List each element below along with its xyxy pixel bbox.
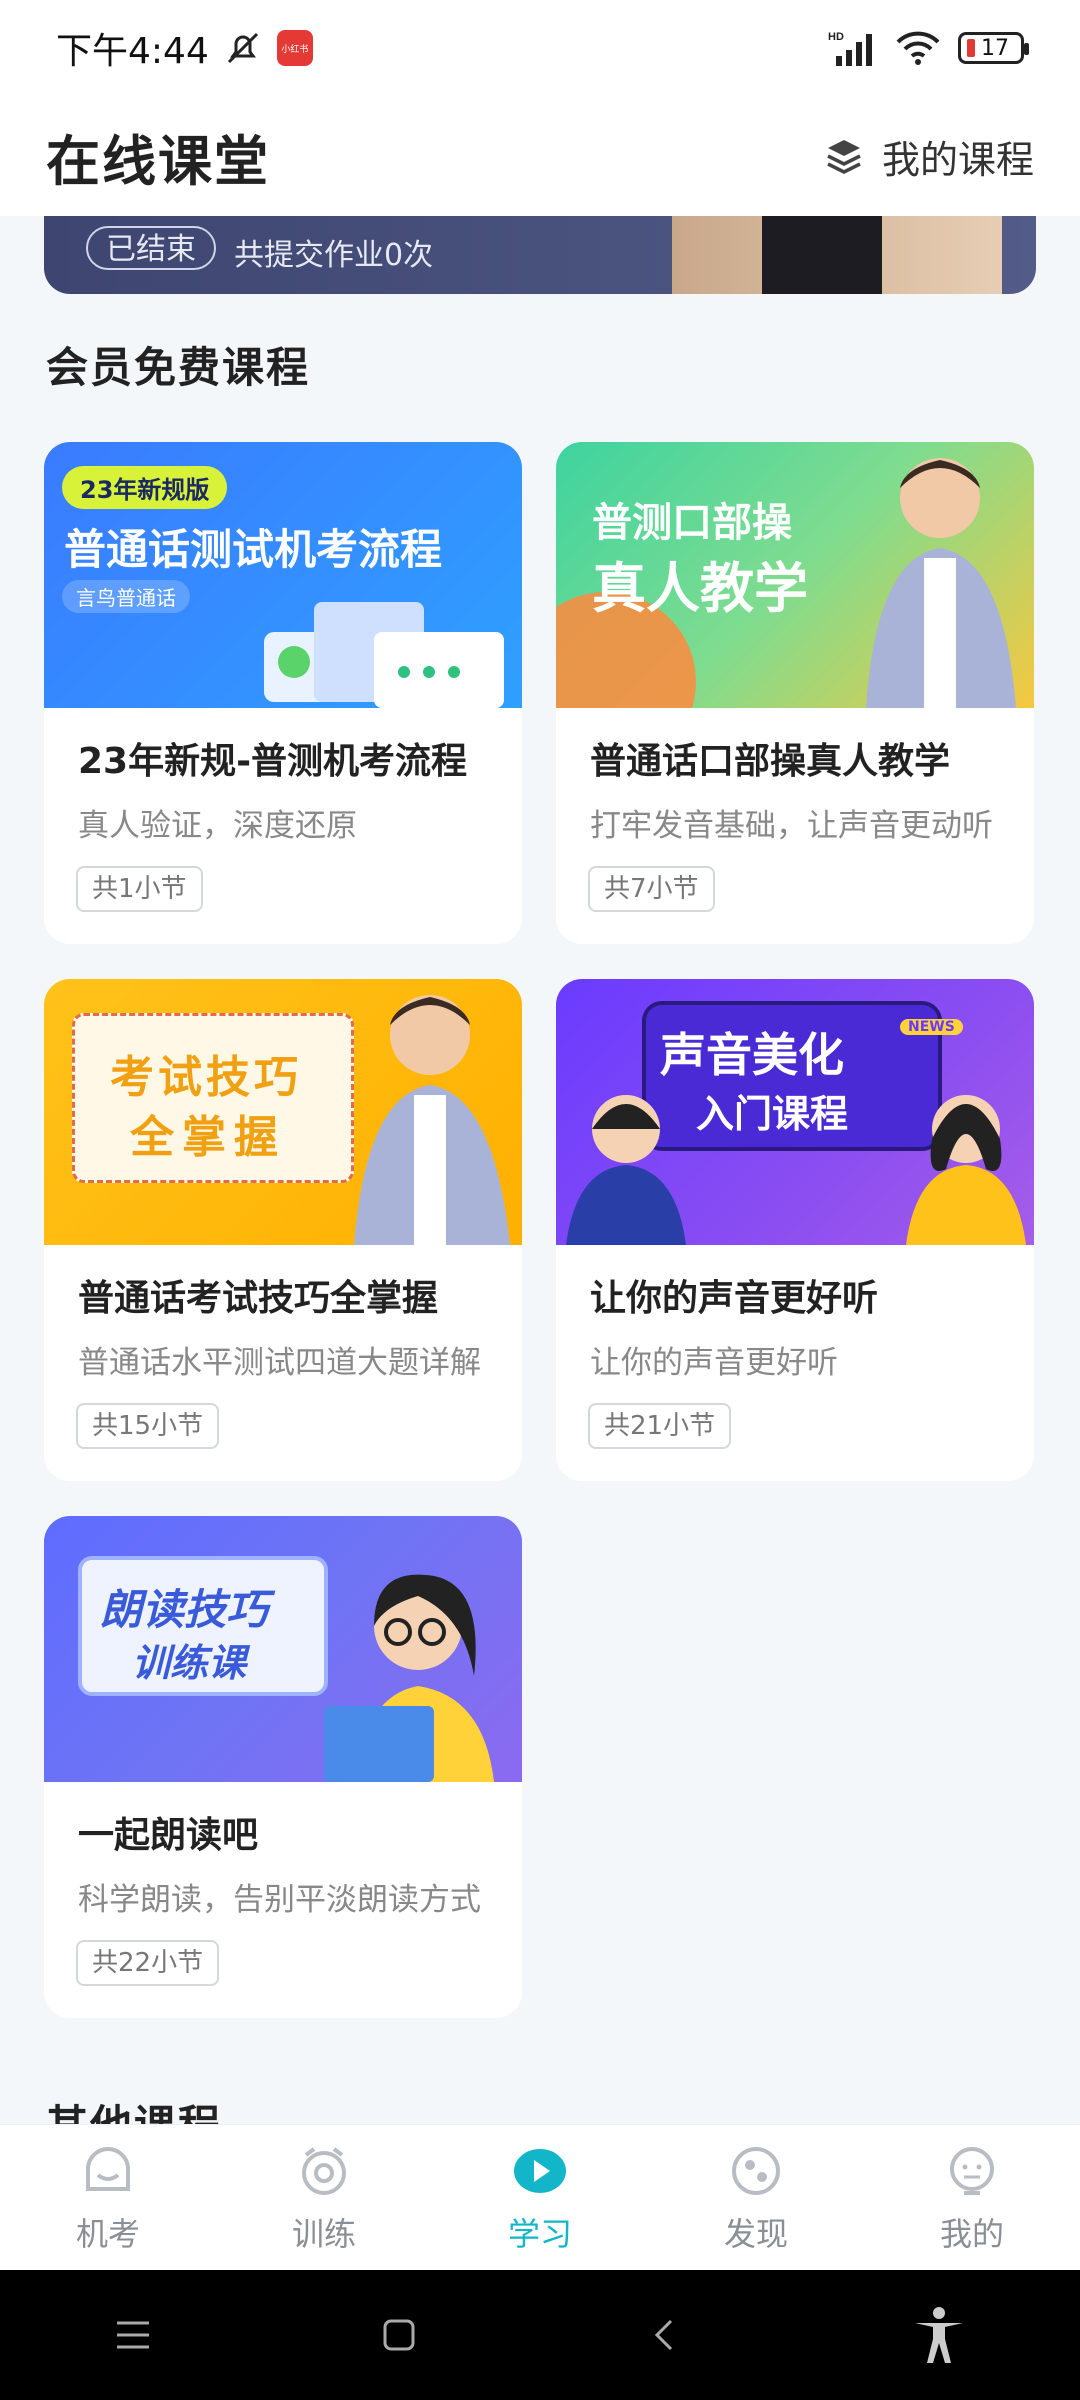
tab-mine[interactable]: 我的 (897, 2143, 1047, 2255)
course-title: 一起朗读吧 (78, 1815, 259, 1856)
homework-count: 共提交作业0次 (234, 238, 434, 273)
tab-label: 训练 (291, 2215, 356, 2253)
tab-label: 学习 (507, 2215, 572, 2253)
bottom-tab-bar: 机考 训练 学习 发现 我的 (0, 2124, 1080, 2270)
lesson-count-tag: 共21小节 (588, 1403, 732, 1449)
course-card[interactable]: 声音美化 入门课程 NEWS 让你的声音更好听 让你的声音更好听 共21小节 (556, 979, 1034, 1481)
thumb-title-line2: 真人教学 (592, 557, 808, 620)
course-status-pill: 已结束 (86, 226, 216, 270)
thumb-brand: 言鸟普通话 (62, 580, 190, 613)
course-title: 23年新规-普测机考流程 (78, 741, 468, 782)
course-card[interactable]: 考试技巧 全掌握 普通话考试技巧全掌握 普通话水平测试四道大题详解 共15小节 (44, 979, 522, 1481)
menu-icon[interactable] (113, 2315, 153, 2355)
lesson-count-tag: 共22小节 (76, 1940, 220, 1986)
course-thumbnail: 考试技巧 全掌握 (44, 979, 522, 1245)
accessibility-icon[interactable] (911, 2305, 967, 2365)
mute-icon (227, 32, 258, 64)
course-title: 普通话考试技巧全掌握 (78, 1278, 439, 1319)
status-bar: 下午4:44 小红书 HD 17 (0, 0, 1080, 96)
course-thumbnail: 23年新规版 普通话测试机考流程 言鸟普通话 (44, 442, 522, 708)
play-icon (514, 2149, 566, 2193)
course-thumbnail: 声音美化 入门课程 NEWS (556, 979, 1034, 1245)
course-subtitle: 打牢发音基础，让声音更动听 (590, 808, 993, 844)
battery-level: 17 (981, 35, 1009, 61)
course-title: 普通话口部操真人教学 (590, 741, 951, 782)
network-label: HD (828, 31, 844, 43)
lesson-count-tag: 共1小节 (76, 866, 203, 912)
characters-illustration (566, 1095, 1026, 1245)
section-other-courses: 其他课程 (46, 2092, 222, 2124)
thumb-title-line1: 声音美化 (660, 1028, 844, 1082)
thumb-title-line2: 训练课 (132, 1641, 247, 1685)
signal-icon: HD (828, 31, 872, 66)
status-left: 下午4:44 小红书 (56, 22, 313, 74)
course-subtitle: 让你的声音更好听 (590, 1345, 838, 1381)
thumb-title-line1: 普测口部操 (592, 500, 792, 546)
section-free-courses: 会员免费课程 (46, 343, 311, 392)
course-subtitle: 真人验证，深度还原 (78, 808, 357, 844)
course-subtitle: 普通话水平测试四道大题详解 (78, 1345, 481, 1381)
tab-exam[interactable]: 机考 (33, 2143, 183, 2255)
app-notification-badge: 小红书 (276, 30, 313, 66)
content-scroll[interactable]: 已结束 共提交作业0次 会员免费课程 23年新规版 普通话测试机考流程 言鸟普通… (0, 216, 1080, 2124)
thumb-title-line1: 朗读技巧 (100, 1585, 269, 1634)
back-icon[interactable] (645, 2315, 685, 2355)
status-time: 下午4:44 (56, 31, 209, 72)
current-course-banner[interactable]: 已结束 共提交作业0次 (44, 216, 1036, 294)
news-badge: NEWS (900, 1019, 963, 1035)
tab-discover[interactable]: 发现 (681, 2143, 831, 2255)
compass-icon (732, 2147, 780, 2195)
alarm-clock-icon (302, 2147, 346, 2195)
tab-label: 我的 (939, 2215, 1004, 2253)
course-thumbnail: 朗读技巧 训练课 (44, 1516, 522, 1782)
course-title: 让你的声音更好听 (590, 1278, 879, 1319)
face-icon (950, 2147, 994, 2195)
tab-label: 发现 (723, 2215, 788, 2253)
course-card[interactable]: 23年新规版 普通话测试机考流程 言鸟普通话 23年新规-普测机考流程 真人验证… (44, 442, 522, 944)
teacher-photo (354, 995, 510, 1245)
teacher-photo (866, 458, 1016, 708)
home-icon[interactable] (379, 2315, 419, 2355)
system-nav-bar (0, 2270, 1080, 2400)
course-subtitle: 科学朗读，告别平淡朗读方式 (78, 1882, 481, 1918)
wifi-icon (896, 31, 940, 65)
thumb-badge: 23年新规版 (62, 466, 228, 509)
battery-indicator: 17 (958, 32, 1029, 64)
course-thumbnail: 普测口部操 真人教学 (556, 442, 1034, 708)
page-title: 在线课堂 (46, 129, 270, 193)
tab-label: 机考 (75, 2215, 140, 2253)
my-courses-label: 我的课程 (881, 137, 1034, 182)
lesson-count-tag: 共15小节 (76, 1403, 220, 1449)
reader-illustration (324, 1574, 494, 1782)
teacher-photo (672, 216, 1002, 294)
layers-icon (827, 140, 861, 174)
thumb-title-line1: 考试技巧 (110, 1052, 302, 1103)
thumb-illustration (264, 602, 504, 708)
course-card[interactable]: 朗读技巧 训练课 一起朗读吧 科学朗读，告别平淡朗读方式 共22小节 (44, 1516, 522, 2018)
thumb-title-line2: 全掌握 (130, 1112, 286, 1163)
lesson-count-tag: 共7小节 (588, 866, 715, 912)
course-card[interactable]: 普测口部操 真人教学 普通话口部操真人教学 打牢发音基础，让声音更动听 共7小节 (556, 442, 1034, 944)
tab-training[interactable]: 训练 (249, 2143, 399, 2255)
my-courses-button[interactable]: 我的课程 (824, 129, 1034, 184)
battery-fill (967, 39, 975, 57)
app-header: 在线课堂 我的课程 (0, 96, 1080, 216)
exam-icon (86, 2147, 130, 2191)
thumb-title: 普通话测试机考流程 (64, 525, 443, 574)
status-right: HD 17 (828, 28, 1029, 68)
tab-study[interactable]: 学习 (465, 2143, 615, 2255)
